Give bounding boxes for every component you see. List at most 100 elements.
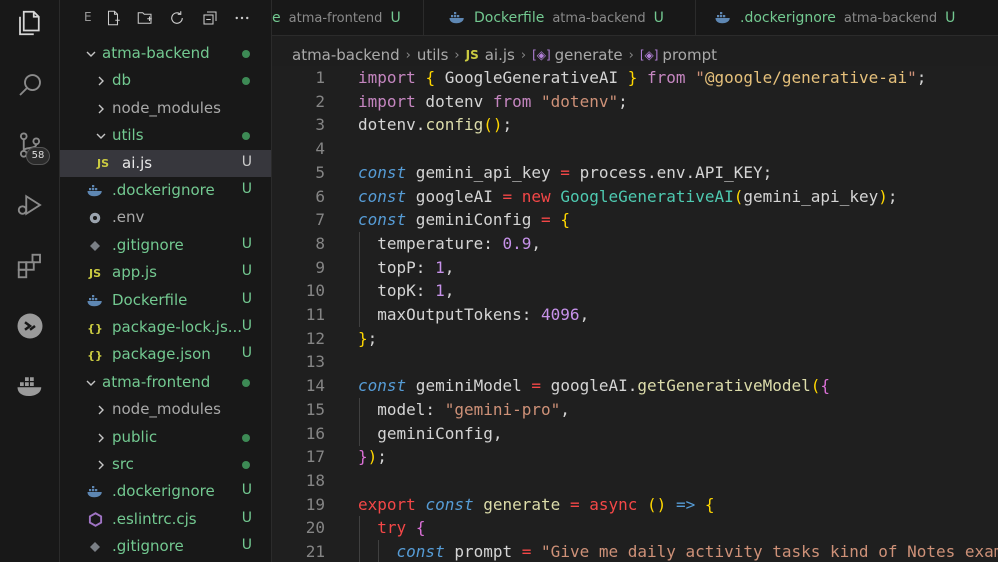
- tree-item-label: atma-backend: [102, 44, 210, 62]
- breadcrumb-item[interactable]: atma-backend: [292, 46, 400, 64]
- tree-item-label: atma-frontend: [102, 372, 211, 391]
- tree-item-label: .env: [112, 208, 145, 227]
- git-status-untracked: U: [241, 482, 252, 499]
- code-text: try {: [377, 518, 426, 538]
- tree-folder[interactable]: atma-frontend: [60, 369, 271, 396]
- new-folder-icon[interactable]: [135, 8, 155, 28]
- code-line: 1 import { GoogleGenerativeAI } from "@go…: [272, 66, 998, 90]
- line-number: 11: [305, 305, 325, 324]
- line-number: 14: [305, 376, 325, 396]
- breadcrumb-item[interactable]: prompt: [662, 46, 717, 64]
- git-status-dot: [242, 132, 250, 141]
- code-text: const googleAI = new GoogleGenerativeAI(…: [358, 186, 898, 206]
- json-file-icon: {}: [87, 348, 103, 362]
- new-file-icon[interactable]: [103, 8, 123, 28]
- code-text: };: [358, 328, 378, 348]
- remote-icon[interactable]: [13, 309, 47, 343]
- code-text: const gemini_api_key = process.env.API_K…: [358, 162, 773, 182]
- tab-dockerignore[interactable]: .dockerignore atma-backend U: [696, 0, 998, 35]
- tree-item-label: utils: [112, 126, 144, 145]
- js-file-icon: JS: [465, 48, 479, 62]
- line-number: 1: [315, 68, 325, 87]
- chevron-right-icon[interactable]: [94, 102, 108, 116]
- tree-file[interactable]: Dockerfile U: [60, 287, 271, 314]
- chevron-right-icon[interactable]: [94, 431, 108, 445]
- tree-folder[interactable]: utils: [60, 122, 271, 149]
- tab-dockerfile[interactable]: Dockerfile atma-backend U: [432, 0, 696, 35]
- tree-file[interactable]: JS app.js U: [60, 259, 271, 286]
- chevron-down-icon[interactable]: [94, 129, 108, 143]
- tree-file[interactable]: .env: [60, 204, 271, 231]
- chevron-right-icon[interactable]: [94, 403, 108, 417]
- line-number: 6: [315, 186, 325, 206]
- chevron-right-icon: ›: [628, 47, 634, 63]
- tree-folder[interactable]: node_modules: [60, 95, 271, 122]
- docker-file-icon: [86, 293, 104, 309]
- tree-item-label: .dockerignore: [112, 181, 215, 199]
- line-number: 20: [305, 518, 325, 538]
- tab-status: U: [945, 10, 956, 26]
- extensions-icon[interactable]: [13, 249, 47, 283]
- code-text: import dotenv from "dotenv";: [358, 91, 628, 111]
- explorer-icon[interactable]: [13, 6, 47, 40]
- breadcrumb-item[interactable]: utils: [417, 46, 449, 64]
- editor-tabs: e atma-frontend U Dockerfile atma-backen…: [272, 0, 998, 36]
- line-number: 12: [305, 328, 325, 348]
- code-line: 21 const prompt = "Give me daily activit…: [272, 540, 998, 562]
- tree-file[interactable]: {} package.json U: [60, 341, 271, 368]
- symbol-variable-icon: [◈]: [532, 48, 551, 62]
- tree-folder[interactable]: src: [60, 451, 271, 478]
- code-line: 6 const googleAI = new GoogleGenerativeAI…: [272, 185, 998, 209]
- tree-file[interactable]: .dockerignore U: [60, 478, 271, 505]
- code-text: export const generate = async () => {: [358, 494, 715, 514]
- tree-item-label: node_modules: [112, 98, 221, 117]
- tree-file[interactable]: {} package-lock.js... U: [60, 314, 271, 341]
- breadcrumb-item[interactable]: generate: [555, 46, 623, 64]
- more-actions-icon[interactable]: [232, 8, 252, 28]
- git-status-dot: [242, 433, 250, 442]
- chevron-down-icon[interactable]: [84, 376, 98, 390]
- tree-folder[interactable]: node_modules: [60, 396, 271, 423]
- source-control-badge: 58: [26, 147, 50, 165]
- breadcrumb-item[interactable]: ai.js: [485, 46, 515, 64]
- tree-folder[interactable]: db: [60, 67, 271, 94]
- code-line: 14 const geminiModel = googleAI.getGenera…: [272, 374, 998, 398]
- tree-file[interactable]: .dockerignore U: [60, 177, 271, 204]
- code-editor[interactable]: 1 import { GoogleGenerativeAI } from "@go…: [272, 66, 998, 562]
- refresh-icon[interactable]: [167, 8, 187, 28]
- git-status-untracked: U: [241, 509, 252, 526]
- gear-icon: [86, 210, 104, 226]
- chevron-right-icon[interactable]: [94, 74, 108, 88]
- breadcrumb: atma-backend › utils › JS ai.js › [◈] ge…: [292, 44, 717, 66]
- js-file-icon: JS: [96, 157, 109, 171]
- tab-frontend-file[interactable]: e atma-frontend U: [272, 0, 424, 35]
- explorer-title: E: [84, 10, 92, 24]
- chevron-down-icon[interactable]: [84, 47, 98, 61]
- collapse-all-icon[interactable]: [200, 8, 220, 28]
- line-number: 13: [305, 352, 325, 372]
- tree-item-label: node_modules: [112, 400, 221, 419]
- tree-folder[interactable]: atma-backend: [60, 40, 271, 67]
- search-icon[interactable]: [13, 68, 47, 102]
- tree-item-label: public: [112, 427, 158, 446]
- tree-item-label: Dockerfile: [112, 290, 188, 309]
- tree-folder[interactable]: public: [60, 424, 271, 451]
- code-line: 2 import dotenv from "dotenv";: [272, 90, 998, 114]
- code-text: const geminiConfig = {: [358, 210, 570, 230]
- tree-file[interactable]: JS ai.js U: [60, 149, 271, 177]
- tab-desc: atma-backend: [552, 10, 646, 26]
- tab-status: U: [390, 10, 401, 26]
- tree-file[interactable]: .eslintrc.cjs U: [60, 506, 271, 533]
- run-debug-icon[interactable]: [13, 188, 47, 222]
- code-text: topP: 1,: [358, 257, 455, 277]
- code-line: 15 model: "gemini-pro",: [272, 398, 998, 422]
- code-line: 3 dotenv.config();: [272, 113, 998, 137]
- code-text: dotenv.config();: [358, 115, 513, 135]
- tree-file[interactable]: .gitignore U: [60, 232, 271, 259]
- code-line: 8 temperature: 0.9,: [272, 232, 998, 256]
- docker-icon[interactable]: [13, 369, 47, 403]
- chevron-right-icon: ›: [405, 47, 411, 63]
- js-file-icon: JS: [88, 266, 101, 280]
- tree-file[interactable]: .gitignore U: [60, 533, 271, 560]
- chevron-right-icon[interactable]: [94, 458, 108, 472]
